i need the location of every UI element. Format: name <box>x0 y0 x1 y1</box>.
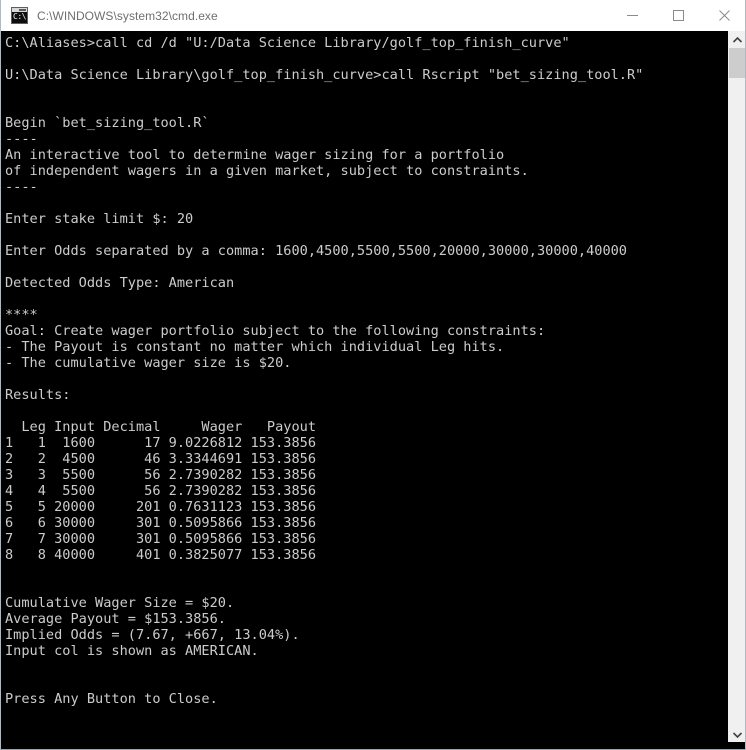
scrollbar-track[interactable] <box>729 78 745 726</box>
close-button[interactable] <box>701 0 745 31</box>
cmd-console-icon: C:\ <box>11 7 28 24</box>
window-title: C:\WINDOWS\system32\cmd.exe <box>37 8 218 23</box>
vertical-scrollbar[interactable] <box>728 31 745 743</box>
scroll-up-button[interactable] <box>729 31 745 48</box>
console-output-area[interactable]: C:\Aliases>call cd /d "U:/Data Science L… <box>1 31 730 743</box>
maximize-button[interactable] <box>655 0 701 31</box>
scroll-down-button[interactable] <box>729 726 745 743</box>
title-bar[interactable]: C:\ C:\WINDOWS\system32\cmd.exe <box>1 0 745 32</box>
cmd-window: C:\ C:\WINDOWS\system32\cmd.exe C:\Alias… <box>0 0 746 750</box>
minimize-button[interactable] <box>609 0 655 31</box>
chevron-up-icon <box>733 36 742 43</box>
scrollbar-thumb[interactable] <box>729 48 745 78</box>
console-text: C:\Aliases>call cd /d "U:/Data Science L… <box>5 35 644 707</box>
icon-prompt-glyph: C:\ <box>13 12 26 21</box>
console-bottom-edge <box>1 742 745 749</box>
chevron-down-icon <box>733 731 742 738</box>
